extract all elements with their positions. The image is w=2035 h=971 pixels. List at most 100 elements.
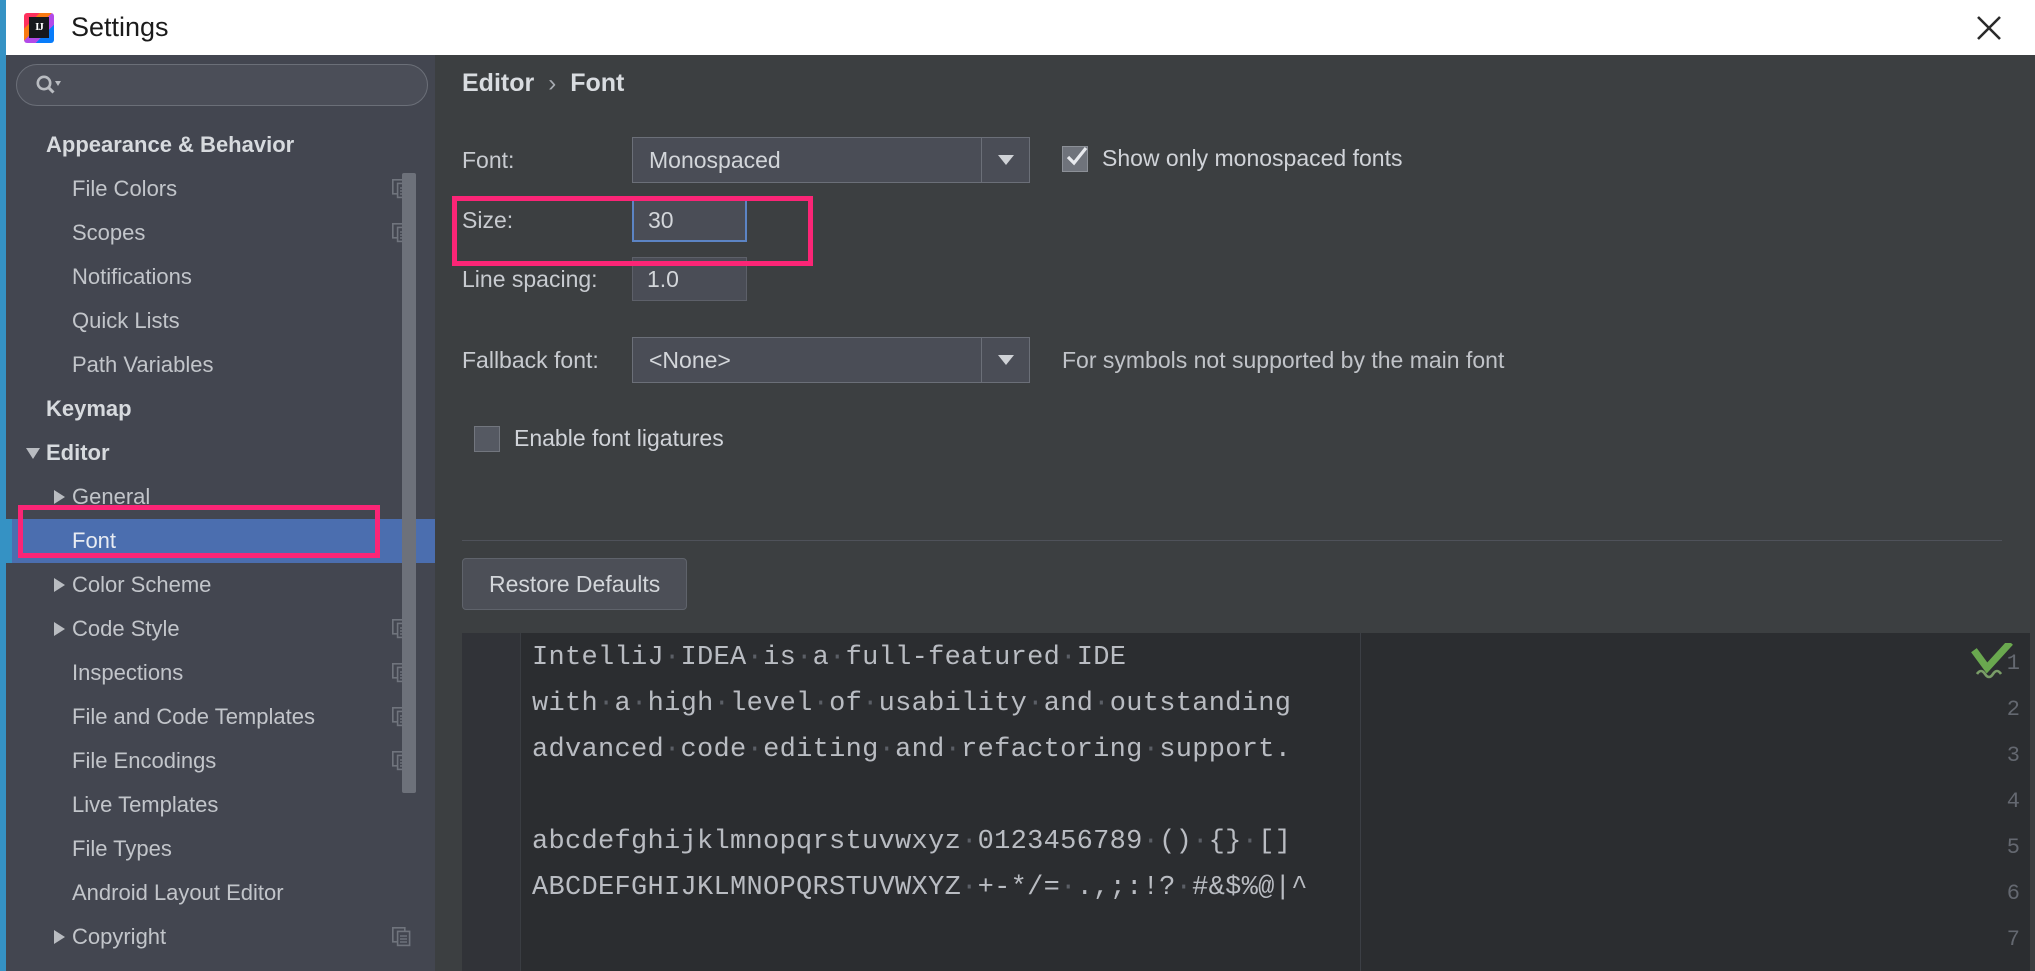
- arrow-placeholder: [46, 783, 72, 827]
- chevron-right-icon[interactable]: [46, 915, 72, 959]
- logo-letters: IJ: [29, 16, 49, 38]
- window-title: Settings: [71, 12, 169, 42]
- show-monospaced-checkbox-row[interactable]: Show only monospaced fonts: [1062, 145, 1402, 172]
- enable-ligatures-checkbox[interactable]: [474, 425, 500, 452]
- sidebar-item-quick-lists[interactable]: Quick Lists: [6, 299, 440, 343]
- line-number: 2: [2006, 697, 2020, 722]
- arrow-placeholder: [46, 959, 72, 971]
- search-box[interactable]: [16, 64, 428, 106]
- arrow-placeholder: [46, 255, 72, 299]
- sidebar-item-label: Inspections: [72, 660, 184, 685]
- gutter-separator: [520, 633, 521, 971]
- sidebar-item-label: Scopes: [72, 220, 146, 245]
- title-bar: IJ Settings: [0, 0, 2035, 55]
- sidebar-item-editor[interactable]: Editor: [6, 431, 440, 475]
- sidebar-item-inspections[interactable]: Inspections: [6, 651, 440, 695]
- search-input[interactable]: [69, 74, 409, 96]
- chevron-down-icon: [981, 138, 1029, 182]
- title-accent-stripe: [0, 0, 6, 55]
- line-spacing-label: Line spacing:: [462, 266, 598, 292]
- sidebar-item-file-and-code-templates[interactable]: File and Code Templates: [6, 695, 440, 739]
- checkmark-icon: [1066, 146, 1088, 165]
- line-number: 4: [2006, 789, 2020, 814]
- arrow-placeholder: [20, 387, 46, 431]
- preview-code-line: IntelliJ·IDEA·is·a·full-featured·IDE: [532, 643, 1127, 673]
- sidebar-scrollbar-thumb[interactable]: [402, 173, 416, 793]
- sidebar-item-label: File Types: [72, 836, 172, 861]
- show-monospaced-checkbox[interactable]: [1062, 145, 1088, 172]
- copy-icon[interactable]: [392, 927, 412, 947]
- sidebar-item-color-scheme[interactable]: Color Scheme: [6, 563, 440, 607]
- chevron-right-icon[interactable]: [46, 563, 72, 607]
- line-number: 3: [2006, 743, 2020, 768]
- sidebar-item-android-layout-editor[interactable]: Android Layout Editor: [6, 871, 440, 915]
- main-panel: Editor › Font Font: Monospaced Show only…: [440, 55, 2035, 971]
- line-number: 5: [2006, 835, 2020, 860]
- chevron-right-icon[interactable]: [46, 607, 72, 651]
- sidebar-item-appearance-behavior[interactable]: Appearance & Behavior: [6, 123, 440, 167]
- sidebar-item-label: File and Code Templates: [72, 704, 315, 729]
- preview-gutter: [462, 633, 520, 971]
- sidebar-item-label: Editor: [46, 440, 110, 465]
- sidebar-item-label: Color Scheme: [72, 572, 212, 597]
- font-size-input[interactable]: 30: [632, 198, 747, 242]
- close-icon: [1977, 15, 2001, 40]
- arrow-placeholder: [46, 519, 72, 563]
- sidebar-item-copyright[interactable]: Copyright: [6, 915, 440, 959]
- sidebar-item-file-types[interactable]: File Types: [6, 827, 440, 871]
- close-button[interactable]: [1943, 0, 2035, 55]
- sidebar-item-keymap[interactable]: Keymap: [6, 387, 440, 431]
- right-margin-guide: [1360, 633, 1361, 971]
- breadcrumb-separator-icon: ›: [548, 69, 557, 97]
- sidebar-item-font[interactable]: Font: [6, 519, 440, 563]
- arrow-placeholder: [46, 871, 72, 915]
- show-monospaced-label: Show only monospaced fonts: [1102, 145, 1403, 171]
- arrow-placeholder: [46, 211, 72, 255]
- sidebar-item-label: Copyright: [72, 924, 167, 949]
- breadcrumb: Editor › Font: [462, 69, 624, 98]
- font-family-dropdown[interactable]: Monospaced: [632, 137, 1030, 183]
- fallback-font-dropdown[interactable]: <None>: [632, 337, 1030, 383]
- preview-code-line: abcdefghijklmnopqrstuvwxyz·0123456789·()…: [532, 827, 1292, 857]
- sidebar-item-scopes[interactable]: Scopes: [6, 211, 440, 255]
- fallback-font-hint: For symbols not supported by the main fo…: [1062, 347, 1505, 373]
- chevron-right-icon[interactable]: [46, 475, 72, 519]
- sidebar-item-file-colors[interactable]: File Colors: [6, 167, 440, 211]
- fallback-font-label: Fallback font:: [462, 347, 599, 373]
- sidebar-item-notifications[interactable]: Notifications: [6, 255, 440, 299]
- sidebar-item-label: Quick Lists: [72, 308, 180, 333]
- sidebar-item-label: File Colors: [72, 176, 178, 201]
- arrow-placeholder: [46, 695, 72, 739]
- ligatures-checkbox-row[interactable]: Enable font ligatures: [474, 425, 724, 452]
- font-family-value: Monospaced: [649, 146, 781, 173]
- settings-tree: Appearance & Behavior File Colors Scopes No…: [6, 123, 440, 971]
- sidebar-item-file-encodings[interactable]: File Encodings: [6, 739, 440, 783]
- sidebar-item-path-variables[interactable]: Path Variables: [6, 343, 440, 387]
- breadcrumb-parent[interactable]: Editor: [462, 69, 534, 98]
- search-field-wrapper: [16, 64, 428, 106]
- preview-code-line: ABCDEFGHIJKLMNOPQRSTUVWXYZ·+-*/=·.,;:!?·…: [532, 873, 1308, 903]
- sidebar-item-code-style[interactable]: Code Style: [6, 607, 440, 651]
- preview-code-line: advanced·code·editing·and·refactoring·su…: [532, 735, 1292, 765]
- selection-indicator: [6, 519, 12, 563]
- search-icon: [35, 74, 61, 96]
- sidebar-item-live-templates[interactable]: Live Templates: [6, 783, 440, 827]
- fallback-font-value: <None>: [649, 346, 731, 373]
- inspection-ok-icon[interactable]: [1970, 640, 2014, 688]
- sidebar-item-label: File Encodings: [72, 748, 217, 773]
- arrow-placeholder: [46, 739, 72, 783]
- sidebar-item-general[interactable]: General: [6, 475, 440, 519]
- breadcrumb-current: Font: [570, 69, 625, 97]
- sidebar-item-android-data-binding[interactable]: Android Data Binding: [6, 959, 440, 971]
- chevron-down-icon[interactable]: [20, 431, 46, 475]
- arrow-placeholder: [46, 343, 72, 387]
- arrow-placeholder: [46, 167, 72, 211]
- font-preview-editor[interactable]: 1 IntelliJ·IDEA·is·a·full-featured·IDE 2 wi…: [462, 633, 2030, 971]
- sidebar-item-label: Appearance & Behavior: [46, 132, 295, 157]
- restore-defaults-button[interactable]: Restore Defaults: [462, 558, 688, 610]
- sidebar-item-label: Live Templates: [72, 792, 219, 817]
- settings-dialog: IJ Settings Appearance & Behavior File C…: [0, 0, 2035, 971]
- sidebar-item-label: Code Style: [72, 616, 180, 641]
- line-spacing-input[interactable]: 1.0: [632, 257, 747, 301]
- sidebar-item-label: Path Variables: [72, 352, 214, 377]
